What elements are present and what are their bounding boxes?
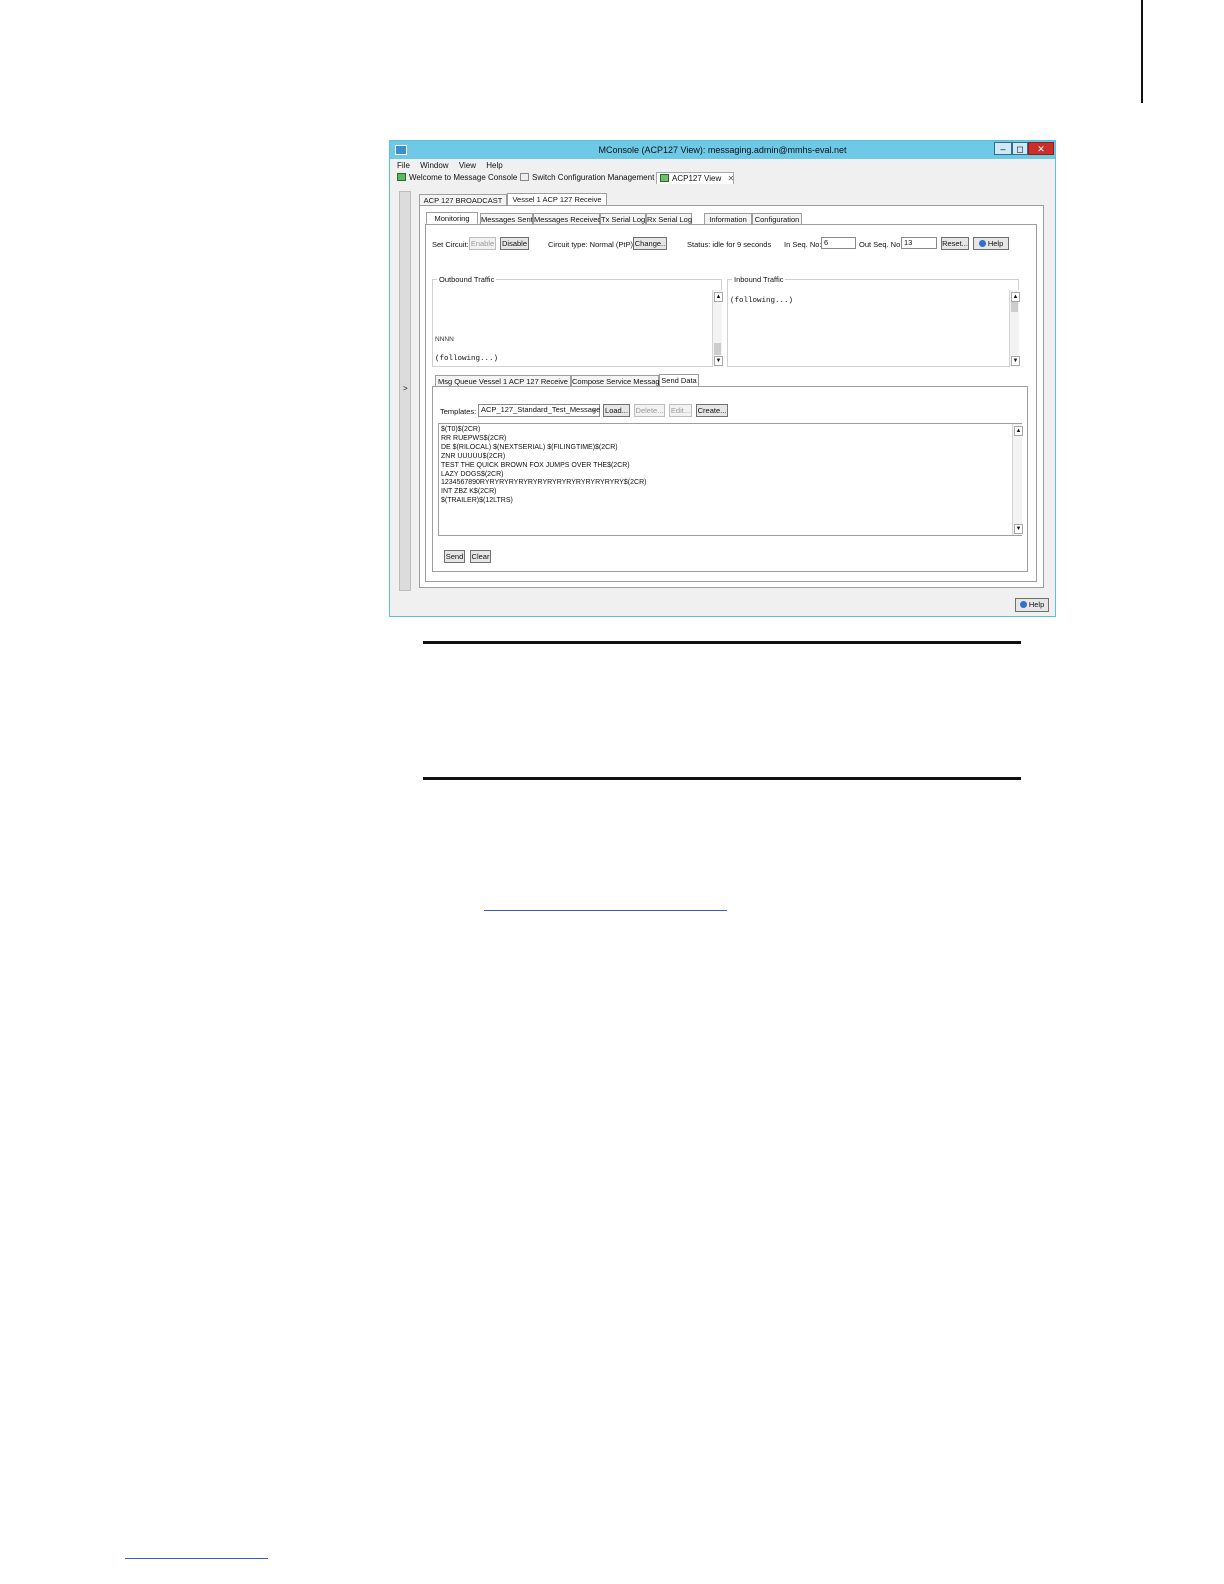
maximize-button[interactable]: ◻ <box>1012 142 1028 155</box>
inbound-scrollbar[interactable]: ▲ ▼ <box>1009 290 1020 367</box>
scroll-thumb[interactable] <box>1011 302 1018 312</box>
expand-icon: > <box>403 384 408 393</box>
send-button[interactable]: Send <box>444 550 465 563</box>
disable-button[interactable]: Disable <box>500 237 529 250</box>
app-tab-label: ACP127 View <box>672 174 722 183</box>
scroll-down-icon[interactable]: ▼ <box>714 356 723 366</box>
scroll-down-icon[interactable]: ▼ <box>1011 356 1020 366</box>
set-circuit-label: Set Circuit: <box>432 240 469 249</box>
scroll-up-icon[interactable]: ▲ <box>714 292 723 302</box>
edit-button[interactable]: Edit... <box>669 404 692 417</box>
outbound-marker: NNNN <box>435 336 454 343</box>
chevron-down-icon: ⌄ <box>591 406 597 413</box>
create-button[interactable]: Create... <box>696 404 728 417</box>
message-text-area[interactable]: $(T0)$(2CR) RR RUEPWS$(2CR) DE $(RILOCAL… <box>438 423 1023 536</box>
app-tab-switch-config[interactable]: Switch Configuration Management <box>520 172 654 184</box>
out-seq-field[interactable]: 13 <box>901 237 937 249</box>
acp127-view-icon <box>660 174 669 182</box>
close-tab-icon[interactable]: ✕ <box>727 174 734 183</box>
in-seq-label: In Seq. No: <box>784 240 822 249</box>
menu-view[interactable]: View <box>459 161 476 170</box>
outbound-scrollbar[interactable]: ▲ ▼ <box>712 290 723 367</box>
scroll-down-icon[interactable]: ▼ <box>1014 524 1023 534</box>
switch-config-icon <box>520 173 529 181</box>
left-collapse-strip[interactable]: > <box>399 191 411 591</box>
page-edge-line <box>1141 0 1143 103</box>
circuit-type-text: Circuit type: Normal (PtP) <box>548 240 634 249</box>
message-line: DE $(RILOCAL) $(NEXTSERIAL) $(FILINGTIME… <box>441 443 618 451</box>
help-icon <box>978 240 986 247</box>
message-line: TEST THE QUICK BROWN FOX JUMPS OVER THE$… <box>441 461 630 469</box>
message-line: 1234567890RYRYRYRYRYRYRYRYRYRYRYRYRYRYRY… <box>441 479 647 487</box>
link-underline[interactable] <box>484 910 727 911</box>
change-circuit-button[interactable]: Change.. <box>633 237 667 250</box>
title-bar: MConsole (ACP127 View): messaging.admin@… <box>390 141 1055 159</box>
menu-bar: File Window View Help <box>397 161 511 170</box>
app-tab-label: Welcome to Message Console <box>409 173 518 182</box>
message-line: LAZY DOGS$(2CR) <box>441 470 504 478</box>
help-button-bottom[interactable]: Help <box>1015 598 1049 612</box>
window-title: MConsole (ACP127 View): messaging.admin@… <box>598 145 847 155</box>
app-tab-acp127-view[interactable]: ACP127 View ✕ <box>656 172 734 184</box>
outbound-traffic-group: Outbound Traffic NNNN (following...) ▲ ▼ <box>432 275 723 367</box>
menu-help[interactable]: Help <box>486 161 502 170</box>
app-tab-welcome[interactable]: Welcome to Message Console <box>397 172 517 184</box>
message-lines: $(T0)$(2CR) RR RUEPWS$(2CR) DE $(RILOCAL… <box>441 426 646 506</box>
out-seq-label: Out Seq. No: <box>859 240 903 249</box>
close-button[interactable]: ✕ <box>1028 142 1054 155</box>
message-scrollbar[interactable]: ▲ ▼ <box>1012 424 1023 535</box>
status-text: Status: idle for 9 seconds <box>687 240 772 249</box>
menu-file[interactable]: File <box>397 161 410 170</box>
help-button-label: Help <box>1028 600 1045 609</box>
rule-bottom <box>423 777 1021 780</box>
inbound-traffic-title: Inbound Traffic <box>732 275 786 284</box>
circuit-panel: Monitoring Messages Sent Messages Receiv… <box>419 205 1044 588</box>
message-line: ZNR UUUUU$(2CR) <box>441 452 506 460</box>
app-tab-label: Switch Configuration Management <box>532 173 655 182</box>
monitoring-panel: Set Circuit: Enable Disable Circuit type… <box>425 224 1037 582</box>
message-line: $(TRAILER)$(12LTRS) <box>441 497 513 505</box>
tab-monitoring[interactable]: Monitoring <box>426 212 478 224</box>
in-seq-field[interactable]: 6 <box>821 237 856 249</box>
scroll-up-icon[interactable]: ▲ <box>1011 292 1020 302</box>
scroll-thumb[interactable] <box>714 343 721 355</box>
footnote-underline[interactable] <box>125 1558 268 1559</box>
console-icon <box>397 173 406 181</box>
delete-button[interactable]: Delete... <box>634 404 665 417</box>
rule-top <box>423 641 1021 644</box>
outbound-traffic-title: Outbound Traffic <box>437 275 497 284</box>
enable-button[interactable]: Enable <box>469 237 496 250</box>
clear-button[interactable]: Clear <box>470 550 491 563</box>
message-line: $(T0)$(2CR) <box>441 426 481 433</box>
reset-button[interactable]: Reset... <box>941 237 969 250</box>
help-button-top[interactable]: Help <box>973 237 1009 250</box>
templates-label: Templates: <box>440 407 477 416</box>
template-selected-value: ACP_127_Standard_Test_Message <box>481 405 601 414</box>
minimize-button[interactable]: – <box>994 142 1012 155</box>
help-button-label: Help <box>987 239 1004 248</box>
help-icon <box>1019 601 1027 608</box>
load-button[interactable]: Load... <box>603 404 630 417</box>
menu-window[interactable]: Window <box>420 161 448 170</box>
message-line: RR RUEPWS$(2CR) <box>441 434 507 442</box>
templates-select[interactable]: ACP_127_Standard_Test_Message ⌄ <box>478 404 600 417</box>
message-line: INT ZBZ K$(2CR) <box>441 488 497 496</box>
outbound-text: (following...) <box>435 355 499 363</box>
scroll-up-icon[interactable]: ▲ <box>1014 426 1023 436</box>
send-data-panel: Templates: ACP_127_Standard_Test_Message… <box>432 386 1028 572</box>
inbound-text: (following...) <box>730 297 794 305</box>
inbound-traffic-group: Inbound Traffic (following...) ▲ ▼ <box>727 275 1020 367</box>
mconsole-window: MConsole (ACP127 View): messaging.admin@… <box>389 140 1056 617</box>
